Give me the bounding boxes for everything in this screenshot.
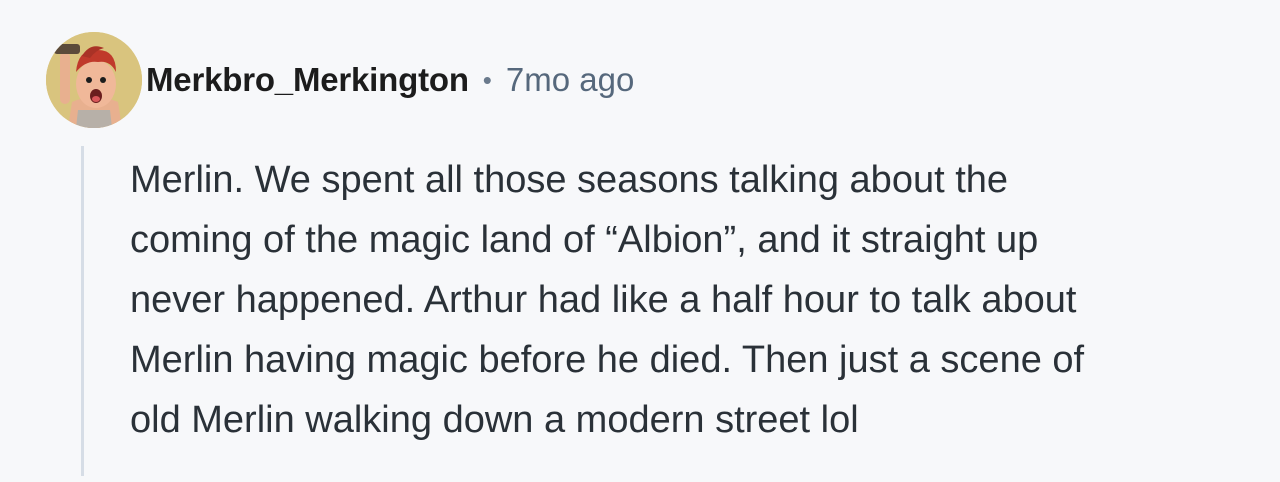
comment: Merkbro_Merkington • 7mo ago Merlin. We … xyxy=(0,0,1280,482)
comment-body: Merlin. We spent all those seasons talki… xyxy=(130,150,1250,450)
username-link[interactable]: Merkbro_Merkington xyxy=(146,61,469,99)
timestamp[interactable]: 7mo ago xyxy=(506,61,634,99)
comment-body-line: coming of the magic land of “Albion”, an… xyxy=(130,219,1039,261)
comment-header: Merkbro_Merkington • 7mo ago xyxy=(146,58,634,102)
comment-body-line: Merlin. We spent all those seasons talki… xyxy=(130,159,1009,201)
cartoon-avatar-icon xyxy=(46,32,142,128)
comment-body-line: never happened. Arthur had like a half h… xyxy=(130,279,1077,321)
separator-dot: • xyxy=(482,64,492,95)
comment-body-line: old Merlin walking down a modern street … xyxy=(130,399,859,441)
user-avatar[interactable] xyxy=(46,32,142,128)
comment-body-line: Merlin having magic before he died. Then… xyxy=(130,339,1085,381)
thread-collapse-line[interactable] xyxy=(81,146,84,476)
